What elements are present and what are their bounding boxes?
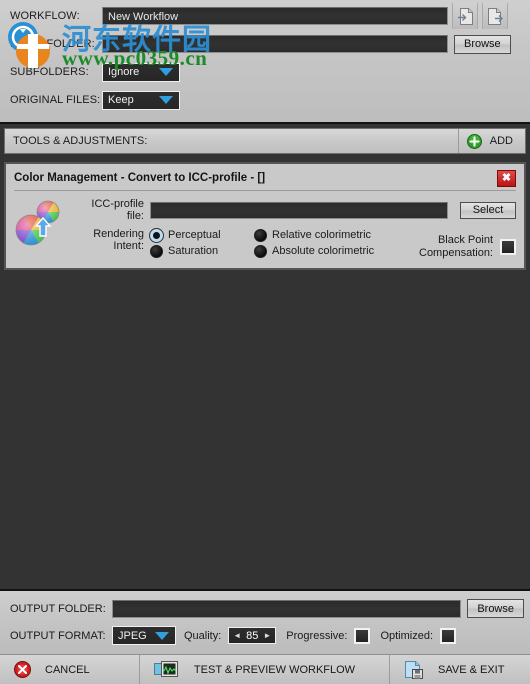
quality-increment-icon[interactable]: ► — [263, 631, 271, 640]
icc-profile-label-line1: ICC-profile — [91, 198, 144, 210]
output-folder-label: OUTPUT FOLDER: — [10, 602, 106, 615]
workflow-input[interactable]: New Workflow — [102, 7, 448, 25]
progressive-label: Progressive: — [286, 629, 348, 642]
input-folder-browse-button[interactable]: Browse — [454, 34, 511, 54]
radio-perceptual[interactable]: Perceptual — [150, 228, 246, 242]
bpc-label-line1: Black Point — [437, 234, 493, 246]
subfolders-row: SUBFOLDERS: Ignore — [10, 61, 524, 83]
quality-decrement-icon[interactable]: ◄ — [233, 631, 241, 640]
output-format-value: JPEG — [118, 629, 147, 642]
color-panel-title: Color Management - Convert to ICC-profil… — [14, 172, 266, 184]
preview-monitor-icon — [154, 661, 178, 678]
rendering-intent-label: Rendering Intent: — [78, 228, 144, 252]
original-files-dropdown[interactable]: Keep — [102, 90, 180, 110]
add-label: ADD — [489, 135, 513, 147]
load-workflow-button[interactable] — [452, 3, 478, 29]
plus-circle-icon — [466, 133, 482, 149]
input-folder-label: INPUT FOLDER: — [10, 38, 95, 50]
chevron-down-icon — [159, 68, 173, 76]
radio-absolute-colorimetric-label: Absolute colorimetric — [272, 245, 375, 257]
quality-label: Quality: — [184, 629, 222, 642]
color-management-panel: Color Management - Convert to ICC-profil… — [4, 162, 526, 270]
chevron-down-icon — [159, 96, 173, 104]
original-files-row: ORIGINAL FILES: Keep — [10, 89, 524, 111]
radio-relative-colorimetric[interactable]: Relative colorimetric — [254, 228, 374, 242]
black-point-compensation-checkbox[interactable] — [500, 239, 516, 255]
optimized-label: Optimized: — [380, 629, 434, 642]
output-format-label: OUTPUT FORMAT: — [10, 629, 106, 642]
rendering-intent-label-line1: Rendering — [93, 228, 144, 240]
close-icon[interactable]: ✖ — [497, 169, 516, 187]
icc-profile-label: ICC-profile file: — [78, 198, 144, 222]
tools-title: TOOLS & ADJUSTMENTS: — [13, 135, 148, 147]
radio-icon — [254, 228, 267, 242]
test-preview-label: TEST & PREVIEW WORKFLOW — [193, 663, 356, 676]
add-tool-button[interactable]: ADD — [457, 129, 525, 153]
color-panel-header: Color Management - Convert to ICC-profil… — [14, 168, 516, 191]
rendering-intent-label-line2: Intent: — [113, 240, 144, 252]
workflow-label: WORKFLOW: — [10, 10, 80, 22]
radio-saturation[interactable]: Saturation — [150, 244, 246, 258]
optimized-checkbox[interactable] — [440, 627, 457, 644]
output-folder-input[interactable] — [112, 599, 462, 618]
subfolders-dropdown[interactable]: Ignore — [102, 62, 180, 82]
save-disk-icon — [404, 660, 424, 679]
tools-and-adjustments-bar: TOOLS & ADJUSTMENTS: ADD — [4, 128, 526, 154]
test-preview-workflow-button[interactable]: TEST & PREVIEW WORKFLOW — [140, 655, 390, 684]
subfolders-value: Ignore — [108, 66, 140, 78]
radio-perceptual-label: Perceptual — [168, 229, 221, 241]
workflow-editor-window: WORKFLOW: New Workflow INPUT FOLDER: Bro… — [0, 0, 530, 684]
progressive-checkbox[interactable] — [354, 627, 371, 644]
radio-icon — [150, 244, 163, 258]
workflow-header-section: WORKFLOW: New Workflow INPUT FOLDER: Bro… — [0, 0, 530, 124]
save-workflow-button[interactable] — [482, 3, 508, 29]
rendering-intent-options: Perceptual Relative colorimetric Saturat… — [150, 228, 374, 258]
output-folder-row: OUTPUT FOLDER: Browse — [10, 598, 524, 619]
original-files-label: ORIGINAL FILES: — [10, 94, 101, 106]
icc-profile-select-button[interactable]: Select — [460, 201, 516, 219]
save-exit-label: SAVE & EXIT — [438, 663, 505, 676]
document-load-icon — [457, 7, 474, 26]
tools-list-area: Color Management - Convert to ICC-profil… — [0, 154, 530, 589]
document-save-icon — [487, 7, 504, 26]
color-wheel-convert-icon — [14, 198, 72, 260]
cancel-label: CANCEL — [45, 663, 90, 676]
icc-profile-row: ICC-profile file: Select — [78, 198, 516, 222]
bottom-action-bar: CANCEL TEST & PREVIEW WORKFLOW SAVE & EX… — [0, 654, 530, 684]
chevron-down-icon — [155, 631, 169, 640]
original-files-value: Keep — [108, 94, 134, 106]
output-format-dropdown[interactable]: JPEG — [112, 626, 176, 645]
radio-icon — [150, 228, 163, 242]
quality-value: 85 — [246, 629, 259, 642]
radio-saturation-label: Saturation — [168, 245, 219, 257]
subfolders-label: SUBFOLDERS: — [10, 66, 89, 78]
output-settings-section: OUTPUT FOLDER: Browse OUTPUT FORMAT: JPE… — [0, 589, 530, 654]
cancel-circle-icon — [14, 661, 31, 678]
radio-icon — [254, 244, 267, 258]
rendering-intent-row: Rendering Intent: Perceptual Relative co… — [78, 228, 516, 260]
save-exit-button[interactable]: SAVE & EXIT — [390, 655, 530, 684]
input-folder-row: INPUT FOLDER: Browse — [10, 33, 524, 55]
bpc-label-line2: Compensation: — [419, 247, 493, 259]
black-point-compensation-row: Black Point Compensation: — [419, 228, 516, 260]
icc-profile-input[interactable] — [150, 201, 448, 219]
input-folder-input[interactable] — [102, 35, 448, 53]
output-format-row: OUTPUT FORMAT: JPEG Quality: ◄ 85 ► Prog… — [10, 625, 524, 646]
radio-relative-colorimetric-label: Relative colorimetric — [272, 229, 372, 241]
radio-absolute-colorimetric[interactable]: Absolute colorimetric — [254, 244, 374, 258]
black-point-compensation-label: Black Point Compensation: — [419, 234, 493, 260]
cancel-button[interactable]: CANCEL — [0, 655, 140, 684]
workflow-row: WORKFLOW: New Workflow — [10, 3, 524, 29]
quality-stepper[interactable]: ◄ 85 ► — [228, 627, 277, 644]
icc-profile-label-line2: file: — [126, 210, 144, 222]
output-folder-browse-button[interactable]: Browse — [467, 599, 524, 618]
